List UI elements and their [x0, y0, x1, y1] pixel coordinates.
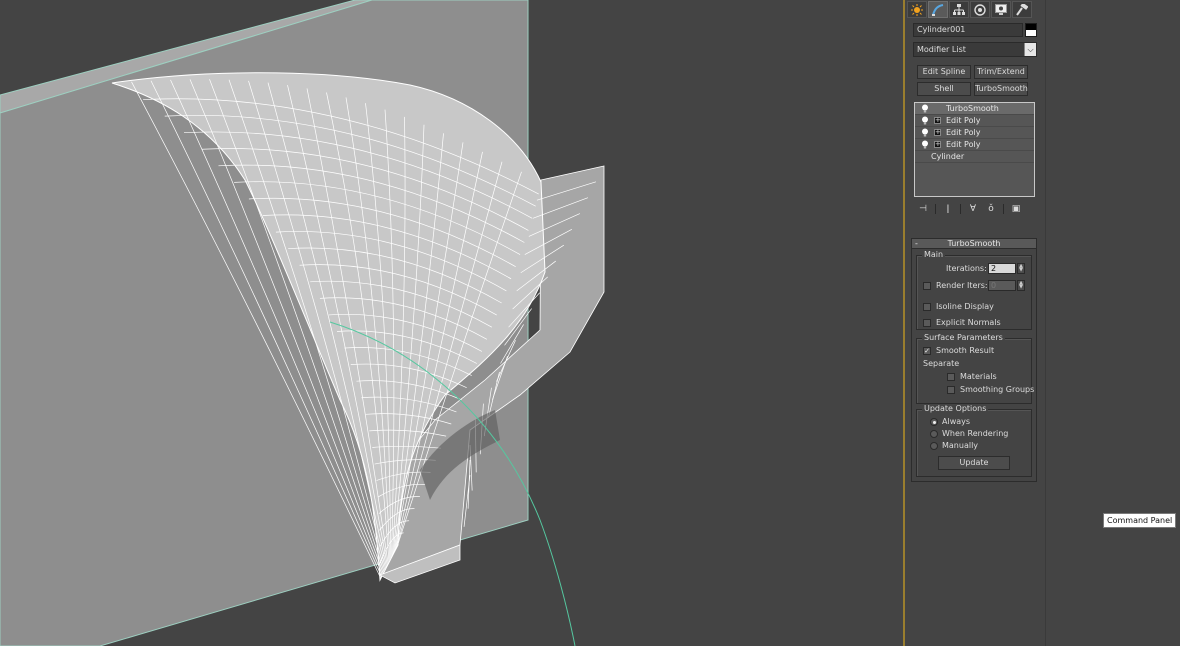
- sun-star-icon: [911, 3, 923, 16]
- expand-plus-icon[interactable]: +: [934, 129, 941, 136]
- render-iters-checkbox[interactable]: [923, 282, 931, 290]
- expand-plus-icon[interactable]: +: [934, 117, 941, 124]
- shell-button[interactable]: Shell: [917, 82, 971, 96]
- render-iters-value[interactable]: 0: [988, 280, 1016, 291]
- smooth-result-checkbox[interactable]: ✓: [923, 347, 931, 355]
- chevron-down-icon[interactable]: ⌵: [1024, 43, 1036, 56]
- stack-item-edit-poly[interactable]: + Edit Poly: [915, 127, 1034, 139]
- lightbulb-icon[interactable]: [921, 116, 929, 125]
- turbosmooth-button[interactable]: TurboSmooth: [974, 82, 1028, 96]
- update-options-title: Update Options: [922, 404, 989, 414]
- modify-curve-icon: [932, 3, 944, 16]
- pin-stack-icon[interactable]: ⊣: [917, 203, 929, 215]
- always-radio[interactable]: [930, 418, 938, 426]
- manually-label: Manually: [942, 441, 979, 450]
- remove-modifier-icon[interactable]: ǒ: [985, 203, 997, 215]
- update-button[interactable]: Update: [938, 456, 1010, 470]
- isoline-display-checkbox[interactable]: [923, 303, 931, 311]
- when-rendering-label: When Rendering: [942, 429, 1009, 438]
- stack-item-label: Cylinder: [931, 152, 965, 161]
- app-window: Cylinder001 Modifier List ⌵ Edit Spline …: [0, 0, 1180, 646]
- modify-tab[interactable]: [928, 1, 948, 18]
- lightbulb-icon[interactable]: [921, 140, 929, 149]
- iterations-value[interactable]: 2: [988, 263, 1016, 274]
- configure-modifier-sets-icon[interactable]: ▣: [1010, 203, 1022, 215]
- command-panel: Cylinder001 Modifier List ⌵ Edit Spline …: [903, 0, 1045, 646]
- trim-extend-button[interactable]: Trim/Extend: [974, 65, 1028, 79]
- separate-label: Separate: [923, 359, 960, 368]
- surface-parameters-title: Surface Parameters: [922, 333, 1005, 343]
- surface-parameters-group: Surface Parameters ✓ Smooth Result Separ…: [916, 333, 1035, 404]
- when-rendering-radio[interactable]: [930, 430, 938, 438]
- smoothing-groups-checkbox[interactable]: [947, 386, 955, 394]
- materials-label: Materials: [960, 372, 997, 381]
- collapse-minus-icon[interactable]: -: [915, 239, 918, 248]
- explicit-normals-checkbox[interactable]: [923, 319, 931, 327]
- iterations-label: Iterations:: [946, 264, 987, 273]
- stack-toolbar: ⊣ ǀ ∀ ǒ ▣: [913, 202, 1037, 216]
- modifier-list-label: Modifier List: [917, 45, 966, 54]
- stack-item-label: Edit Poly: [946, 140, 981, 149]
- materials-checkbox[interactable]: [947, 373, 955, 381]
- stack-item-edit-poly[interactable]: + Edit Poly: [915, 139, 1034, 151]
- smooth-result-label: Smooth Result: [936, 346, 995, 355]
- toolbar-separator: [1003, 204, 1004, 214]
- main-group: Main Iterations: 2 ▲ ▼ Render Iters: 0 ▲ ▼…: [916, 250, 1032, 330]
- stack-item-turbosmooth[interactable]: TurboSmooth: [915, 103, 1034, 115]
- manually-radio[interactable]: [930, 442, 938, 450]
- motion-tab[interactable]: [970, 1, 990, 18]
- stack-item-label: Edit Poly: [946, 116, 981, 125]
- expand-plus-icon[interactable]: +: [934, 141, 941, 148]
- command-panel-tooltip: Command Panel: [1103, 513, 1177, 528]
- update-options-group: Update Options Always When Rendering Man…: [916, 404, 1032, 477]
- edit-spline-button[interactable]: Edit Spline: [917, 65, 971, 79]
- toolbar-separator: [935, 204, 936, 214]
- lightbulb-icon[interactable]: [921, 104, 929, 113]
- iterations-spinner[interactable]: 2 ▲ ▼: [988, 263, 1026, 274]
- motion-circle-icon: [974, 3, 986, 16]
- viewport-canvas[interactable]: [0, 0, 903, 646]
- render-iters-spinner[interactable]: 0 ▲ ▼: [988, 280, 1026, 291]
- modifier-list-dropdown[interactable]: Modifier List ⌵: [913, 42, 1037, 57]
- spinner-arrows-icon[interactable]: ▲ ▼: [1017, 280, 1025, 291]
- toolbar-separator: [960, 204, 961, 214]
- spinner-arrows-icon[interactable]: ▲ ▼: [1017, 263, 1025, 274]
- lightbulb-icon[interactable]: [921, 128, 929, 137]
- display-monitor-icon: [995, 3, 1007, 15]
- show-end-result-icon[interactable]: ǀ: [942, 203, 954, 215]
- render-iters-label: Render Iters:: [936, 281, 988, 290]
- object-name-field[interactable]: Cylinder001: [913, 23, 1023, 37]
- object-color-swatch[interactable]: [1025, 23, 1037, 37]
- hierarchy-icon: [953, 3, 965, 15]
- isoline-display-label: Isoline Display: [936, 302, 994, 311]
- make-unique-icon[interactable]: ∀: [967, 203, 979, 215]
- stack-item-label: TurboSmooth: [946, 104, 999, 113]
- stack-item-cylinder[interactable]: Cylinder: [915, 151, 1034, 163]
- stack-item-label: Edit Poly: [946, 128, 981, 137]
- hammer-icon: [1016, 3, 1028, 16]
- rollout-title: TurboSmooth: [947, 239, 1001, 248]
- right-empty-panel: [1045, 0, 1180, 646]
- stack-item-edit-poly[interactable]: + Edit Poly: [915, 115, 1034, 127]
- display-tab[interactable]: [991, 1, 1011, 18]
- smoothing-groups-label: Smoothing Groups: [960, 385, 1035, 394]
- explicit-normals-label: Explicit Normals: [936, 318, 1001, 327]
- always-label: Always: [942, 417, 971, 426]
- main-group-title: Main: [922, 250, 946, 260]
- viewport-perspective[interactable]: [0, 0, 903, 646]
- modifier-stack[interactable]: TurboSmooth + Edit Poly + Edit Poly + Ed…: [914, 102, 1035, 197]
- command-panel-tabs: [905, 0, 1045, 20]
- create-tab[interactable]: [907, 1, 927, 18]
- utilities-tab[interactable]: [1012, 1, 1032, 18]
- turbosmooth-rollout-header[interactable]: - TurboSmooth: [911, 238, 1037, 249]
- hierarchy-tab[interactable]: [949, 1, 969, 18]
- turbosmooth-rollout-body: Main Iterations: 2 ▲ ▼ Render Iters: 0 ▲ ▼…: [911, 249, 1037, 482]
